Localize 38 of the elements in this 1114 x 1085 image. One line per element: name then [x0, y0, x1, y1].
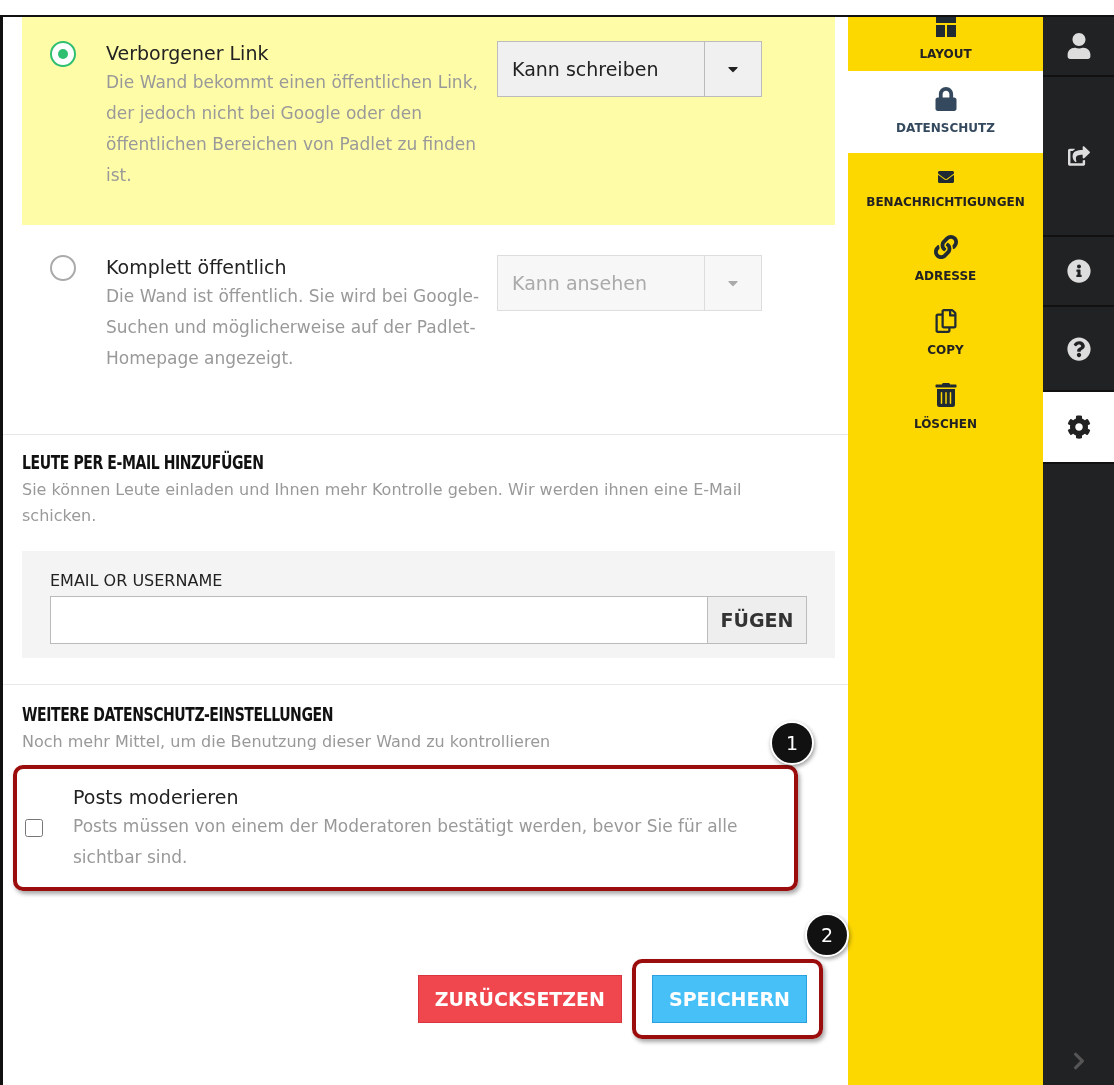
email-field[interactable] — [50, 596, 708, 644]
radio-button[interactable] — [50, 41, 76, 67]
sidebar-item[interactable]: LAYOUT — [848, 17, 1043, 71]
user-icon — [1065, 33, 1092, 59]
option-title: Komplett öffentlich — [106, 255, 288, 280]
add-button[interactable]: FÜGEN — [708, 596, 807, 644]
checkbox[interactable] — [25, 819, 43, 837]
section-heading: LEUTE PER E-MAIL HINZUFÜGEN — [22, 451, 264, 473]
sidebar-item[interactable]: COPY — [848, 293, 1043, 367]
section-description: Noch mehr Mittel, um die Benutzung dieser Wand zu kontrollieren — [22, 731, 551, 753]
option-description: Die Wand bekommt einen öffentlichen Link, der jedoch nicht bei Google oder den öffentlichen Bereichen von Padlet zu finden ist. — [106, 71, 479, 187]
sidebar-item[interactable]: ADRESSE — [848, 219, 1043, 293]
reset-button[interactable]: ZURÜCKSETZEN — [417, 975, 622, 1023]
share-icon — [1067, 145, 1090, 167]
option-title: Verborgener Link — [106, 41, 270, 66]
link-icon — [933, 235, 958, 259]
info-icon — [1066, 259, 1091, 283]
radio-button[interactable] — [50, 255, 76, 281]
option-title: Posts moderieren — [73, 785, 240, 810]
lock-icon — [933, 87, 958, 111]
option-description: Die Wand ist öffentlich. Sie wird bei Google-Suchen und möglicherweise auf der Padlet-Homepage angezeigt. — [106, 285, 481, 370]
callout-number: 1 — [770, 721, 814, 765]
section-description: Sie können Leute einladen und Ihnen mehr Kontrolle geben. Wir werden ihnen eine E-Mail schicken. — [22, 479, 743, 527]
sidebar-item[interactable]: DATENSCHUTZ — [848, 71, 1043, 153]
field-label: EMAIL OR USERNAME — [50, 571, 224, 590]
layout-icon — [935, 17, 956, 37]
permission-dropdown[interactable]: Kann schreiben — [497, 41, 762, 97]
help-icon — [1066, 336, 1091, 361]
sidebar-item[interactable]: LÖSCHEN — [848, 367, 1043, 441]
callout-number: 2 — [805, 913, 849, 957]
copy-icon — [933, 309, 958, 333]
section-heading: WEITERE DATENSCHUTZ-EINSTELLUNGEN — [22, 703, 333, 725]
privacy-option[interactable]: Verborgener Link Die Wand bekommt einen öffentlichen Link, der jedoch nicht bei Google oder den öffentlichen Bereichen von Padlet zu finden ist. Kann schreiben — [22, 17, 835, 225]
envelope-icon — [937, 169, 954, 185]
sidebar-item[interactable]: BENACHRICHTIGUNGEN — [848, 153, 1043, 219]
option-description: Posts müssen von einem der Moderatoren bestätigt werden, bevor Sie für alle sichtbar sind. — [73, 815, 739, 869]
settings-icon — [1066, 415, 1091, 439]
trash-icon — [933, 383, 958, 407]
